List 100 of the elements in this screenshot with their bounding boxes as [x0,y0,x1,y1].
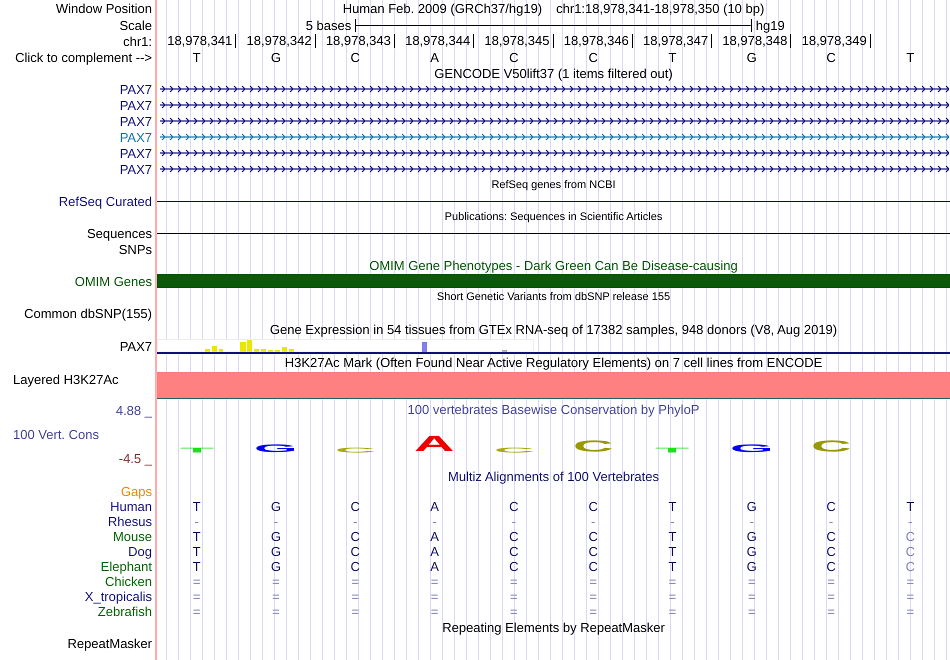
alignment-base: = [668,589,678,604]
track-label[interactable]: Human [110,499,152,514]
sequence-base[interactable]: A [394,50,474,64]
track-label[interactable]: PAX7 [120,338,152,354]
alignment-base: - [272,514,280,529]
alignment-base: = [746,574,757,589]
alignment-base: C [587,499,599,514]
base-logo-letter: C [810,441,852,453]
alignment-base: C [350,499,361,514]
assembly-title: Human Feb. 2009 (GRCh37/hg19) [342,1,542,16]
track-title: Short Genetic Variants from dbSNP release 155 [436,291,670,303]
track-label[interactable]: PAX7 [120,162,152,176]
track-label[interactable]: Scale [119,18,152,32]
base-logo-letter: C [572,441,614,453]
sequence-base[interactable]: T [632,50,712,64]
alignment-base: = [509,589,519,604]
sequence-base[interactable]: C [554,50,633,64]
alignment-base: G [270,499,282,514]
alignment-base: = [746,589,757,604]
alignment-base: T [667,499,678,514]
alignment-base: = [826,589,836,604]
track-label[interactable]: Chicken [105,574,152,589]
track-label[interactable]: SNPs [118,242,152,256]
alignment-base: T [667,544,678,559]
alignment-base: = [192,574,202,589]
sequence-base[interactable]: C [791,50,871,64]
track-label[interactable]: RepeatMasker [67,636,152,650]
track-label[interactable]: PAX7 [120,130,152,144]
sequence-base[interactable]: T [870,50,950,64]
track-label[interactable]: RefSeq Curated [58,194,152,208]
alignment-base: = [430,604,440,619]
track-label[interactable]: PAX7 [120,98,152,112]
alignment-base: C [904,529,916,544]
alignment-base: = [588,574,598,589]
track-label[interactable]: PAX7 [120,114,152,128]
track-label[interactable]: PAX7 [120,146,152,160]
ruler-position: 18,978,349 [802,34,871,48]
track-title: Gene Expression in 54 tissues from GTEx RNA-seq of 17382 samples, 948 donors (V8, Aug 2019) [270,322,838,337]
sequence-base[interactable]: G [236,50,316,64]
track-label[interactable]: OMIM Genes [74,274,152,288]
alignment-base: G [746,499,758,514]
position-range: chr1:18,978,341-18,978,350 (10 bp) [556,1,764,16]
alignment-base: = [430,589,440,604]
alignment-base: - [907,514,914,529]
alignment-base: - [748,514,755,529]
track-label[interactable]: Elephant [100,559,152,574]
track-label[interactable]: Rhesus [108,514,152,529]
alignment-base: C [825,529,837,544]
track-label[interactable]: Window Position [56,1,152,16]
alignment-base: = [509,604,519,619]
alignment-base: - [510,514,518,529]
alignment-base: = [350,604,360,619]
track-label[interactable]: Layered H3K27Ac [13,372,119,387]
track-title: Multiz Alignments of 100 Vertebrates [448,468,659,484]
base-logo-letter: G [730,444,774,453]
alignment-base: = [826,574,836,589]
alignment-base: - [590,514,596,529]
ruler-position: 18,978,348 [722,34,792,48]
alignment-base: = [350,574,360,589]
alignment-base: C [904,559,916,574]
alignment-base: T [192,529,202,544]
sequence-base[interactable]: G [712,50,792,64]
alignment-base: C [350,559,361,574]
alignment-base: = [588,604,598,619]
ruler-position: 18,978,346 [564,34,633,48]
sequence-base[interactable]: C [474,50,554,64]
track-label[interactable]: Dog [128,544,152,559]
track-label[interactable]: Common dbSNP(155) [24,306,152,320]
track-label[interactable]: Sequences [86,226,152,240]
alignment-base: T [192,559,202,574]
track-label[interactable]: 100 Vert. Cons [0,427,152,442]
alignment-base: C [508,529,520,544]
alignment-base: = [271,604,281,619]
track-label[interactable]: Click to complement --> [15,50,152,64]
alignment-base: = [906,589,916,604]
track-title: 100 vertebrates Basewise Conservation by PhyloP [408,402,700,417]
alignment-base: = [192,589,202,604]
sequence-base[interactable]: T [157,50,236,64]
track-label[interactable]: PAX7 [120,82,152,96]
alignment-base: C [508,544,520,559]
track-label[interactable]: Zebrafish [98,604,152,619]
scale-span-label: 5 bases [306,18,352,32]
axis-max-label: 4.88 _ [114,403,152,418]
alignment-base: T [905,499,916,514]
alignment-base: = [509,574,519,589]
alignment-base: = [271,589,281,604]
track-label[interactable]: chr1: [123,34,152,48]
alignment-base: - [669,514,676,529]
track-label[interactable]: Mouse [112,529,152,544]
track-label[interactable]: X_tropicalis [84,589,152,604]
alignment-base: T [667,559,678,574]
alignment-base: C [508,499,520,514]
alignment-base: C [350,544,361,559]
alignment-base: - [193,514,200,529]
alignment-base: C [587,544,599,559]
ruler-position: 18,978,343 [326,34,395,48]
alignment-base: = [668,574,678,589]
ruler-position: 18,978,341 [167,34,236,48]
sequence-base[interactable]: C [316,50,395,64]
alignment-base: C [904,544,916,559]
